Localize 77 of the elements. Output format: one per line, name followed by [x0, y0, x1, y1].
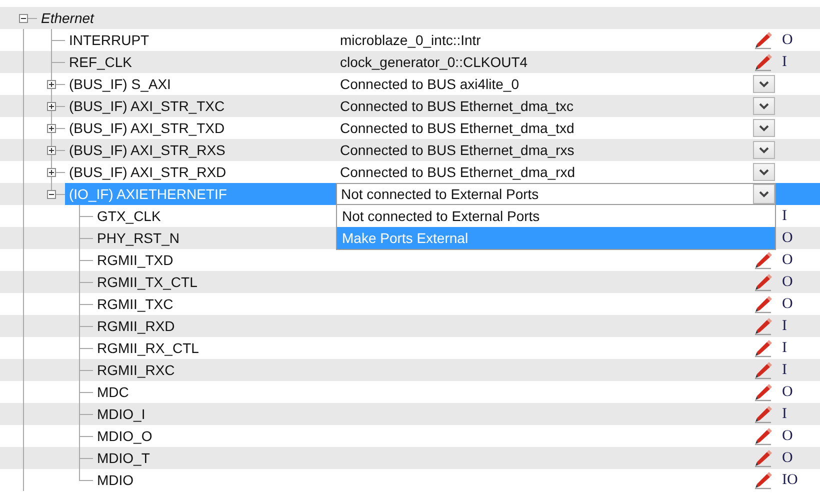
pencil-icon[interactable] — [754, 316, 774, 336]
expand-icon[interactable] — [46, 168, 56, 176]
direction-text: O — [782, 428, 793, 444]
dropdown-button[interactable] — [753, 141, 775, 159]
pencil-icon[interactable] — [754, 448, 774, 468]
tree-item[interactable]: RGMII_TXC — [93, 293, 178, 315]
chevron-icon — [759, 190, 769, 198]
tree-item[interactable]: (BUS_IF) AXI_STR_RXD — [65, 161, 230, 183]
direction-text: O — [782, 32, 793, 48]
tree-item[interactable]: RGMII_RXD — [93, 315, 179, 337]
dropdown-button[interactable] — [753, 97, 775, 115]
direction-text: I — [782, 406, 787, 422]
chevron-icon — [759, 102, 769, 110]
direction-text: O — [782, 384, 793, 400]
tree-item[interactable]: (BUS_IF) AXI_STR_TXD — [65, 117, 229, 139]
tree-item[interactable]: REF_CLK — [65, 51, 136, 73]
pencil-icon[interactable] — [754, 404, 774, 424]
dropdown-option[interactable]: Not connected to External Ports — [337, 205, 775, 227]
tree-item[interactable]: MDIO_O — [93, 425, 156, 447]
chevron-icon — [759, 124, 769, 132]
tree-item[interactable]: RGMII_RX_CTL — [93, 337, 203, 359]
collapse-icon[interactable] — [18, 14, 28, 22]
value-text: Connected to BUS Ethernet_dma_txd — [340, 120, 574, 136]
expand-icon[interactable] — [46, 102, 56, 110]
tree-item[interactable]: PHY_RST_N — [93, 227, 184, 249]
selection-highlight — [776, 183, 820, 205]
value-text: Connected to BUS Ethernet_dma_rxd — [340, 164, 576, 180]
pencil-icon[interactable] — [754, 250, 774, 270]
chevron-icon — [759, 80, 769, 88]
pencil-icon[interactable] — [754, 52, 774, 72]
dropdown-button[interactable] — [753, 75, 775, 93]
expand-icon[interactable] — [46, 80, 56, 88]
tree-item[interactable]: MDIO_T — [93, 447, 154, 469]
dropdown-button[interactable] — [753, 184, 775, 204]
value-text: Connected to BUS Ethernet_dma_txc — [340, 98, 574, 114]
tree-item[interactable]: RGMII_RXC — [93, 359, 179, 381]
pencil-icon[interactable] — [754, 382, 774, 402]
chevron-icon — [759, 146, 769, 154]
tree-item[interactable]: RGMII_TXD — [93, 249, 178, 271]
dropdown-button[interactable] — [753, 163, 775, 181]
direction-text: I — [782, 318, 787, 334]
value-text: microblaze_0_intc::Intr — [340, 32, 481, 48]
tree-item[interactable]: (BUS_IF) S_AXI — [65, 73, 175, 95]
value-text: Connected to BUS axi4lite_0 — [340, 76, 519, 92]
tree-item[interactable]: GTX_CLK — [93, 205, 165, 227]
tree-item[interactable]: Ethernet — [37, 7, 98, 29]
tree-item[interactable]: (BUS_IF) AXI_STR_TXC — [65, 95, 229, 117]
direction-text: O — [782, 296, 793, 312]
direction-text: O — [782, 450, 793, 466]
tree-item[interactable]: INTERRUPT — [65, 29, 154, 51]
expand-icon[interactable] — [46, 124, 56, 132]
direction-text: I — [782, 340, 787, 356]
tree-item[interactable]: MDIO_I — [93, 403, 150, 425]
pencil-icon[interactable] — [754, 338, 774, 358]
pencil-icon[interactable] — [754, 470, 774, 490]
chevron-icon — [759, 168, 769, 176]
direction-text: IO — [782, 472, 798, 488]
tree-item[interactable]: RGMII_TX_CTL — [93, 271, 202, 293]
collapse-icon[interactable] — [46, 190, 56, 198]
dropdown-button[interactable] — [753, 119, 775, 137]
expand-icon[interactable] — [46, 146, 56, 154]
direction-text: I — [782, 54, 787, 70]
value-text: Connected to BUS Ethernet_dma_rxs — [340, 142, 574, 158]
value-text: clock_generator_0::CLKOUT4 — [340, 54, 528, 70]
direction-text: O — [782, 230, 793, 246]
pencil-icon[interactable] — [754, 294, 774, 314]
direction-text: I — [782, 208, 787, 224]
pencil-icon[interactable] — [754, 426, 774, 446]
direction-text: I — [782, 362, 787, 378]
tree-item[interactable]: MDIO — [93, 469, 138, 491]
pencil-icon[interactable] — [754, 360, 774, 380]
pencil-icon[interactable] — [754, 30, 774, 50]
tree-item[interactable]: MDC — [93, 381, 133, 403]
direction-text: O — [782, 252, 793, 268]
tree-item[interactable]: (BUS_IF) AXI_STR_RXS — [65, 139, 230, 161]
pencil-icon[interactable] — [754, 272, 774, 292]
direction-text: O — [782, 274, 793, 290]
